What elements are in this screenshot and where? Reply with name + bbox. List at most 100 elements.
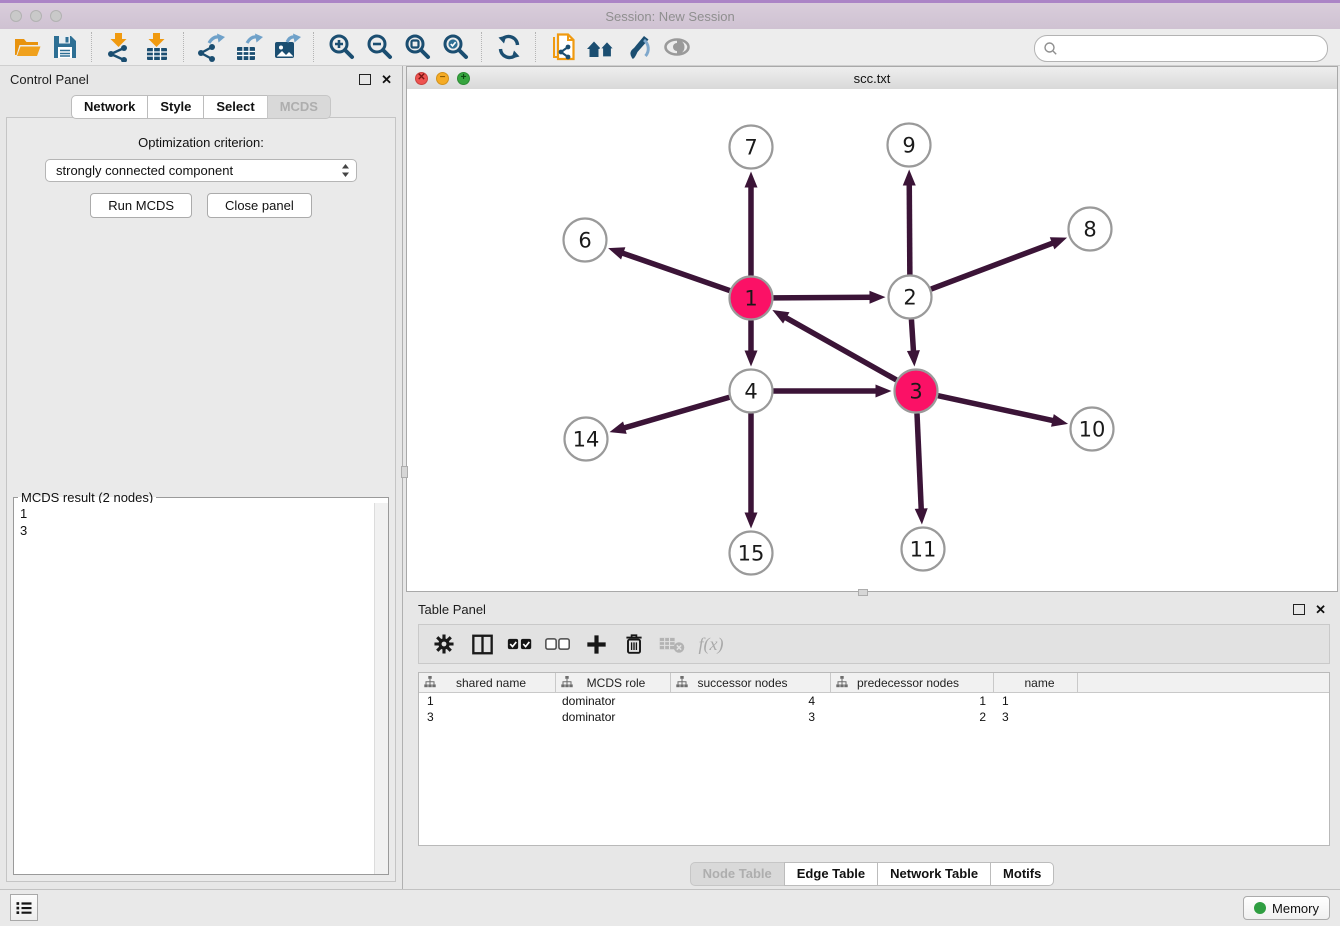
search-input[interactable] bbox=[1062, 38, 1327, 60]
add-column-button[interactable] bbox=[579, 628, 613, 660]
graph-node-10[interactable]: 10 bbox=[1071, 408, 1114, 451]
graph-edge-1-7[interactable] bbox=[745, 172, 758, 276]
deselect-all-button[interactable] bbox=[541, 628, 575, 660]
memory-button[interactable]: Memory bbox=[1243, 896, 1330, 920]
graph-edge-3-11[interactable] bbox=[915, 413, 928, 524]
tab-motifs[interactable]: Motifs bbox=[990, 862, 1054, 886]
list-icon bbox=[14, 898, 34, 918]
close-panel-button[interactable]: Close panel bbox=[207, 193, 312, 218]
split-panel-button[interactable] bbox=[465, 628, 499, 660]
cell-predecessor-nodes[interactable]: 1 bbox=[831, 694, 994, 708]
cell-successor-nodes[interactable]: 4 bbox=[671, 694, 831, 708]
delete-column-button[interactable] bbox=[617, 628, 651, 660]
cell-shared-name[interactable]: 1 bbox=[419, 694, 556, 708]
mcds-result-list[interactable]: 1 3 bbox=[14, 503, 375, 874]
vertical-splitter-grip[interactable] bbox=[401, 466, 408, 478]
graph-edge-4-3[interactable] bbox=[774, 385, 892, 398]
graph-node-4[interactable]: 4 bbox=[730, 370, 773, 413]
graph-node-2[interactable]: 2 bbox=[889, 276, 932, 319]
column-header-successor-nodes[interactable]: successor nodes bbox=[671, 673, 831, 692]
first-neighbors-button[interactable] bbox=[582, 30, 620, 64]
graph-edge-1-2[interactable] bbox=[773, 291, 885, 304]
graph-edge-4-14[interactable] bbox=[610, 397, 730, 434]
toggle-graphics-details-button[interactable] bbox=[620, 30, 658, 64]
tab-node-table[interactable]: Node Table bbox=[690, 862, 785, 886]
graph-node-15[interactable]: 15 bbox=[730, 532, 773, 575]
open-session-button[interactable] bbox=[8, 30, 46, 64]
graph-edge-4-15[interactable] bbox=[745, 414, 758, 529]
horizontal-splitter-grip[interactable] bbox=[858, 589, 868, 596]
graph-edge-3-10[interactable] bbox=[938, 396, 1068, 427]
network-minimize-button[interactable]: − bbox=[436, 72, 449, 85]
zoom-selected-button[interactable] bbox=[436, 30, 474, 64]
graph-node-7[interactable]: 7 bbox=[730, 126, 773, 169]
column-header-name[interactable]: name bbox=[994, 673, 1078, 692]
tab-style[interactable]: Style bbox=[147, 95, 204, 119]
graph-node-9[interactable]: 9 bbox=[888, 124, 931, 167]
zoom-out-button[interactable] bbox=[360, 30, 398, 64]
column-header-mcds-role[interactable]: MCDS role bbox=[556, 673, 671, 692]
table-settings-button[interactable] bbox=[427, 628, 461, 660]
tab-edge-table[interactable]: Edge Table bbox=[784, 862, 878, 886]
tab-network-table[interactable]: Network Table bbox=[877, 862, 991, 886]
cell-mcds-role[interactable]: dominator bbox=[556, 694, 671, 708]
export-table-button[interactable] bbox=[230, 30, 268, 64]
graph-edge-2-3[interactable] bbox=[907, 319, 920, 366]
cell-successor-nodes[interactable]: 3 bbox=[671, 710, 831, 724]
select-arrows-icon bbox=[341, 163, 350, 178]
save-session-button[interactable] bbox=[46, 30, 84, 64]
cell-mcds-role[interactable]: dominator bbox=[556, 710, 671, 724]
cell-predecessor-nodes[interactable]: 2 bbox=[831, 710, 994, 724]
column-header-shared-name[interactable]: shared name bbox=[419, 673, 556, 692]
hide-selected-button[interactable] bbox=[658, 30, 696, 64]
network-graph[interactable]: 7 9 6 8 1 2 4 3 14 10 15 11 bbox=[407, 89, 1337, 591]
clone-network-button[interactable] bbox=[544, 30, 582, 64]
tab-network[interactable]: Network bbox=[71, 95, 148, 119]
import-network-button[interactable] bbox=[100, 30, 138, 64]
table-panel-header: Table Panel ✕ bbox=[406, 596, 1338, 622]
select-all-button[interactable] bbox=[503, 628, 537, 660]
graph-node-8[interactable]: 8 bbox=[1069, 208, 1112, 251]
graph-edge-2-8[interactable] bbox=[931, 237, 1067, 289]
delete-table-button[interactable] bbox=[655, 628, 689, 660]
close-panel-icon-button[interactable]: ✕ bbox=[381, 73, 392, 86]
graph-edge-3-1[interactable] bbox=[772, 310, 896, 380]
zoom-in-button[interactable] bbox=[322, 30, 360, 64]
graph-edge-1-6[interactable] bbox=[608, 247, 730, 290]
cell-name[interactable]: 3 bbox=[994, 710, 1078, 724]
float-panel-button[interactable] bbox=[359, 74, 371, 85]
tab-mcds[interactable]: MCDS bbox=[267, 95, 331, 119]
function-builder-button[interactable]: f(x) bbox=[693, 628, 727, 660]
graph-node-3[interactable]: 3 bbox=[895, 370, 938, 413]
cell-name[interactable]: 1 bbox=[994, 694, 1078, 708]
graph-node-14[interactable]: 14 bbox=[565, 418, 608, 461]
zoom-fit-button[interactable] bbox=[398, 30, 436, 64]
result-scrollbar[interactable] bbox=[374, 503, 388, 874]
export-image-button[interactable] bbox=[268, 30, 306, 64]
import-table-button[interactable] bbox=[138, 30, 176, 64]
table-row[interactable]: 1 dominator 4 1 1 bbox=[419, 693, 1329, 709]
network-canvas[interactable]: 7 9 6 8 1 2 4 3 14 10 15 11 bbox=[407, 89, 1337, 591]
float-table-panel-button[interactable] bbox=[1293, 604, 1305, 615]
graph-edge-1-4[interactable] bbox=[745, 321, 758, 367]
close-table-panel-button[interactable]: ✕ bbox=[1315, 603, 1326, 616]
run-mcds-button[interactable]: Run MCDS bbox=[90, 193, 192, 218]
refresh-button[interactable] bbox=[490, 30, 528, 64]
toolbar-separator bbox=[535, 32, 537, 62]
graph-node-6[interactable]: 6 bbox=[564, 219, 607, 262]
tab-select[interactable]: Select bbox=[203, 95, 267, 119]
column-header-predecessor-nodes[interactable]: predecessor nodes bbox=[831, 673, 994, 692]
task-history-button[interactable] bbox=[10, 894, 38, 921]
network-close-button[interactable]: ✕ bbox=[415, 72, 428, 85]
cell-shared-name[interactable]: 3 bbox=[419, 710, 556, 724]
graph-node-1[interactable]: 1 bbox=[730, 277, 773, 320]
table-row[interactable]: 3 dominator 3 2 3 bbox=[419, 709, 1329, 725]
criterion-select[interactable]: strongly connected component bbox=[45, 159, 357, 182]
svg-text:3: 3 bbox=[909, 380, 922, 404]
export-network-button[interactable] bbox=[192, 30, 230, 64]
network-window-titlebar[interactable]: scc.txt ✕ − + bbox=[407, 67, 1337, 90]
graph-node-11[interactable]: 11 bbox=[902, 528, 945, 571]
graph-edge-2-9[interactable] bbox=[903, 169, 916, 274]
search-field[interactable] bbox=[1034, 35, 1328, 62]
network-maximize-button[interactable]: + bbox=[457, 72, 470, 85]
